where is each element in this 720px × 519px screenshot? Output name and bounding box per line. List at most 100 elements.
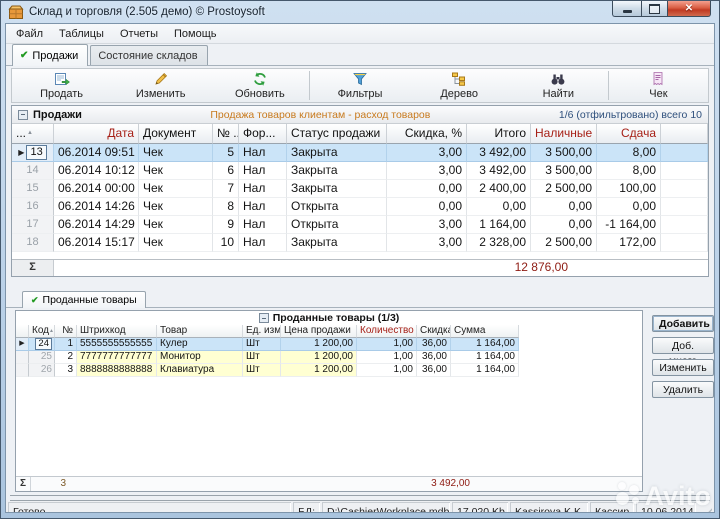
sell-button[interactable]: Продать	[12, 69, 111, 102]
tree-button[interactable]: Дерево	[410, 69, 509, 102]
tree-label: Дерево	[440, 88, 478, 100]
minimize-button[interactable]	[612, 1, 641, 17]
items-header-product[interactable]: Товар	[157, 325, 243, 338]
edit-pencil-icon	[153, 71, 169, 87]
items-header-sum[interactable]: Сумма	[451, 325, 519, 338]
find-button[interactable]: Найти	[509, 69, 608, 102]
sales-sum-total: 12 876,00	[442, 260, 568, 275]
delete-item-button[interactable]: Удалить	[652, 381, 714, 398]
receipt-button[interactable]: Чек	[609, 69, 708, 102]
client-area: Файл Таблицы Отчеты Помощь ✔ Продажи Сос…	[5, 23, 715, 513]
sales-sum-row: Σ 12 876,00	[12, 259, 708, 276]
filter-funnel-icon	[352, 71, 368, 87]
refresh-icon	[252, 71, 268, 87]
close-icon: ✕	[685, 3, 693, 14]
items-header-unit[interactable]: Ед. изм.	[243, 325, 281, 338]
resize-grip[interactable]	[698, 502, 712, 513]
sigma-icon: Σ	[16, 477, 31, 491]
refresh-button[interactable]: Обновить	[210, 69, 309, 102]
menu-file[interactable]: Файл	[8, 26, 51, 42]
maximize-icon	[649, 4, 660, 14]
column-header-change[interactable]: Сдача	[597, 124, 661, 144]
find-binoculars-icon	[550, 71, 566, 87]
selected-row-marker-icon: ▶	[19, 338, 24, 350]
collapse-box-icon[interactable]	[259, 313, 269, 323]
sales-table: ...▲ Дата Документ № ... Фор... Статус п…	[12, 124, 708, 252]
column-header-document[interactable]: Документ	[139, 124, 213, 144]
sales-panel-subtitle: Продажа товаров клиентам - расход товаро…	[82, 109, 559, 121]
column-header-filler	[661, 124, 708, 144]
sigma-icon: Σ	[12, 260, 54, 276]
sales-panel-header: Продажи Продажа товаров клиентам - расхо…	[12, 106, 708, 124]
menu-tables[interactable]: Таблицы	[51, 26, 112, 42]
sell-label: Продать	[40, 88, 83, 100]
tab-sold-items[interactable]: ✔ Проданные товары	[22, 291, 146, 308]
app-icon	[8, 4, 24, 20]
status-db-path: D:\CashierWorkplace.mdb	[322, 502, 450, 513]
column-header-date[interactable]: Дата	[54, 124, 139, 144]
table-empty-area	[12, 252, 708, 259]
window-controls: ✕	[612, 1, 711, 17]
main-tabbar: ✔ Продажи Состояние складов	[6, 44, 714, 66]
column-header-rownum[interactable]: ...▲	[12, 124, 54, 144]
collapse-box-icon[interactable]	[18, 110, 28, 120]
item-action-buttons: Добавить Доб. много Изменить Удалить	[652, 310, 714, 492]
status-db-label: БД:	[293, 502, 320, 513]
minimize-icon	[623, 10, 632, 13]
status-date: 10.06.2014	[636, 502, 696, 513]
add-many-button[interactable]: Доб. много	[652, 337, 714, 354]
items-sum-total: 3 492,00	[382, 477, 470, 490]
refresh-label: Обновить	[235, 88, 285, 100]
items-sum-row: Σ 3 3 492,00	[16, 476, 642, 491]
items-header-barcode[interactable]: Штрихкод	[77, 325, 157, 338]
checkmark-icon: ✔	[31, 295, 39, 306]
column-header-number[interactable]: № ...	[213, 124, 239, 144]
close-button[interactable]: ✕	[668, 1, 711, 17]
column-header-payform[interactable]: Фор...	[239, 124, 287, 144]
statusbar: Готово БД: D:\CashierWorkplace.mdb 17 02…	[6, 501, 714, 513]
detail-area: Проданные товары (1/3) Код▲ № Штрихкод Т…	[6, 308, 714, 492]
items-sum-count: 3	[40, 477, 66, 490]
detail-tabbar: ✔ Проданные товары	[6, 289, 714, 308]
add-item-button[interactable]: Добавить	[652, 315, 714, 332]
tab-sales[interactable]: ✔ Продажи	[12, 44, 88, 66]
titlebar: Склад и торговля (2.505 демо) © Prostoys…	[1, 1, 719, 23]
sold-items-title-row: Проданные товары (1/3)	[16, 311, 642, 325]
tab-warehouse-state[interactable]: Состояние складов	[90, 45, 207, 65]
edit-label: Изменить	[136, 88, 186, 100]
column-header-cash[interactable]: Наличные	[531, 124, 597, 144]
column-header-status[interactable]: Статус продажи	[287, 124, 387, 144]
tree-icon	[451, 71, 467, 87]
items-header-discount[interactable]: Скидка	[417, 325, 451, 338]
sort-asc-icon: ▲	[49, 328, 54, 334]
column-header-total[interactable]: Итого	[467, 124, 531, 144]
tab-warehouse-label: Состояние складов	[98, 50, 197, 62]
sold-items-table: Код▲ № Штрихкод Товар Ед. изм. Цена прод…	[16, 325, 642, 377]
tab-sales-label: Продажи	[32, 50, 78, 62]
receipt-label: Чек	[649, 88, 667, 100]
items-header-code[interactable]: Код▲	[29, 325, 55, 338]
edit-item-button[interactable]: Изменить	[652, 359, 714, 376]
menu-help[interactable]: Помощь	[166, 26, 225, 42]
toolbar: Продать Изменить Обновить Фильтры Дерево	[11, 68, 709, 103]
items-empty-area	[16, 377, 642, 476]
items-header-qty[interactable]: Количество	[357, 325, 417, 338]
menu-reports[interactable]: Отчеты	[112, 26, 166, 42]
find-label: Найти	[543, 88, 574, 100]
checkmark-icon: ✔	[20, 50, 28, 61]
status-role: Кассир	[590, 502, 634, 513]
sales-panel-title: Продажи	[33, 109, 82, 121]
selected-row-marker-icon: ▶	[18, 144, 24, 161]
maximize-button[interactable]	[641, 1, 668, 17]
record-counter: 1/6 (отфильтровано) всего 10	[559, 109, 702, 121]
window-title: Склад и торговля (2.505 демо) © Prostoys…	[29, 6, 265, 18]
items-header-price[interactable]: Цена продажи	[281, 325, 357, 338]
panel-splitter[interactable]	[6, 277, 714, 289]
items-header-no[interactable]: №	[55, 325, 77, 338]
filters-button[interactable]: Фильтры	[310, 69, 409, 102]
status-user: Kassirova K.K.	[510, 502, 588, 513]
column-header-discount[interactable]: Скидка, %	[387, 124, 467, 144]
edit-button[interactable]: Изменить	[111, 69, 210, 102]
window-frame: Склад и торговля (2.505 демо) © Prostoys…	[0, 0, 720, 519]
sales-panel: Продажи Продажа товаров клиентам - расхо…	[11, 105, 709, 277]
